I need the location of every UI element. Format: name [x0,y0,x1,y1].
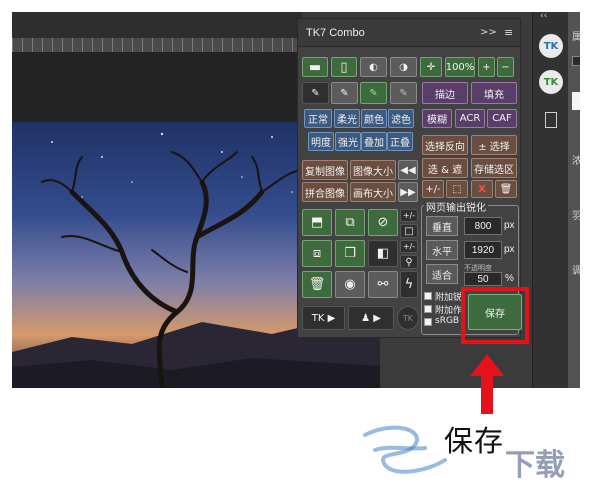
top-bar [12,12,302,38]
blend-screen-button[interactable]: 滤色 [388,109,414,128]
panel-icon-strip: TK TK [532,12,568,388]
blend-normal-button[interactable]: 正常 [304,109,332,128]
marquee-icon[interactable]: ⬚ [446,180,468,198]
zoom-in-button[interactable]: + [478,57,495,77]
copy-layer-icon[interactable]: ❐ [335,240,365,267]
pointer-arrow [470,354,504,414]
blend-multiply-button[interactable]: 正叠 [387,132,413,151]
opacity-unit: % [505,273,514,284]
camera-icon[interactable]: ◉ [335,271,365,298]
delete-layer-icon[interactable]: 🗑 [302,271,332,298]
mask-icon[interactable] [572,56,580,66]
caf-button[interactable]: CAF [487,109,517,128]
blur-button[interactable]: 模糊 [422,109,452,128]
vertical-input[interactable]: 800 [464,217,502,235]
selection-plusminus-button[interactable]: +/- [422,180,444,198]
tk-menu-button[interactable]: TK ▶ [302,306,345,330]
horizontal-unit: px [504,244,515,255]
opacity-input[interactable]: 50 [464,272,502,286]
save-button[interactable]: 保存 [468,294,522,330]
link-icon[interactable]: ⚲ [400,255,418,269]
ruler [12,38,302,52]
mask-layer-icon[interactable]: ◧ [368,240,398,267]
srgb-label: sRGB [435,316,460,326]
toggle-contrast-2-icon[interactable]: ◑ [390,57,417,77]
canvas-size-button[interactable]: 画布大小 [350,182,396,202]
image-size-button[interactable]: 图像大小 [350,160,396,180]
blend-luminosity-button[interactable]: 明度 [308,132,334,151]
fit-button[interactable]: 适合 [426,264,458,284]
vertical-unit: px [504,220,515,231]
deselect-button[interactable]: X [471,180,493,198]
smart-object-icon[interactable]: ⧉ [335,209,365,236]
blend-hardlight-button[interactable]: 强光 [335,132,361,151]
user-menu-label: ▶ [373,312,381,324]
feather-label: 羽 [572,211,580,222]
select-and-mask-button[interactable]: 选 & 遮 [422,158,468,178]
vertical-label: 垂直 [426,216,458,236]
save-selection-button[interactable]: 存储选区 [471,158,517,178]
layer-group-icon[interactable]: ⧈ [302,240,332,267]
duplicate-image-button[interactable]: 复制图像 [302,160,348,180]
stroke-button[interactable]: 描边 [422,82,468,104]
watermark-text: 下载 [505,448,565,483]
history-icon[interactable] [545,112,557,128]
zoom-out-button[interactable]: − [497,57,514,77]
brush-black-icon[interactable]: ✎ [302,82,329,104]
option-label-2: 附加作 [435,306,463,316]
lightning-icon[interactable]: ϟ [400,271,418,298]
brush-gray-icon[interactable]: ✎ [390,82,417,104]
swatch[interactable] [572,92,580,110]
density-label: 浓 [572,156,580,167]
zoom-100-button[interactable]: 100% [445,57,475,77]
sharpen-title: 网页输出锐化 [424,199,488,214]
toggle-plusminus-2[interactable]: +/- [400,240,418,253]
eyedropper-icon[interactable]: ⚯ [368,271,398,298]
collapse-icon[interactable]: ‹‹ [540,11,547,21]
fit-screen-icon[interactable]: ✛ [420,57,442,77]
properties-label: 属性 [572,32,580,43]
properties-panel: 属性 浓 羽 调整 [568,12,580,388]
blend-color-button[interactable]: 颜色 [361,109,387,128]
panel-title-bar: TK7 Combo >> ≡ [298,19,520,47]
option-checkbox-2[interactable] [424,305,432,313]
watermark-logo [363,425,447,474]
horizontal-label: 水平 [426,240,458,260]
brush-green-icon[interactable]: ✎ [360,82,387,104]
new-document-icon[interactable]: ▯ [331,57,357,77]
brush-white-icon[interactable]: ✎ [331,82,358,104]
trash-icon[interactable]: 🗑 [495,180,517,198]
tk-panel-icon[interactable]: TK [539,34,563,58]
flatten-image-button[interactable]: 拼合图像 [302,182,348,202]
adjust-label: 调整 [572,266,580,277]
open-folder-icon[interactable]: ▬ [302,57,328,77]
toggle-plusminus-1[interactable]: +/- [400,209,418,222]
horizontal-input[interactable]: 1920 [464,241,502,259]
user-icon: ♟ [361,312,371,324]
toggle-selection-button[interactable]: ± 选择 [471,135,517,155]
acr-button[interactable]: ACR [455,109,485,128]
hide-layer-icon[interactable]: ⊘ [368,209,398,236]
square-icon[interactable]: □ [400,224,418,238]
next-icon[interactable]: ▶▶ [398,182,418,202]
option-checkbox-1[interactable] [424,292,432,300]
fill-button[interactable]: 填充 [471,82,517,104]
blend-softlight-button[interactable]: 柔光 [334,109,360,128]
toggle-contrast-icon[interactable]: ◐ [360,57,387,77]
srgb-checkbox[interactable] [424,318,432,326]
blend-overlay-button[interactable]: 叠加 [361,132,387,151]
option-label-1: 附加锐 [435,293,463,303]
tk7-panel-icon[interactable]: TK [539,70,563,94]
expand-icon[interactable]: >> [480,27,497,38]
user-menu-button[interactable]: ♟ ▶ [348,306,394,330]
prev-icon[interactable]: ◀◀ [398,160,418,180]
panel-title: TK7 Combo [306,27,365,39]
invert-selection-button[interactable]: 选择反向 [422,135,468,155]
save-caption: 保存 [444,424,505,458]
tk-logo-icon: TK [397,306,419,330]
layer-new-icon[interactable]: ⬒ [302,209,332,236]
panel-menu-icon[interactable]: ≡ [504,26,513,39]
